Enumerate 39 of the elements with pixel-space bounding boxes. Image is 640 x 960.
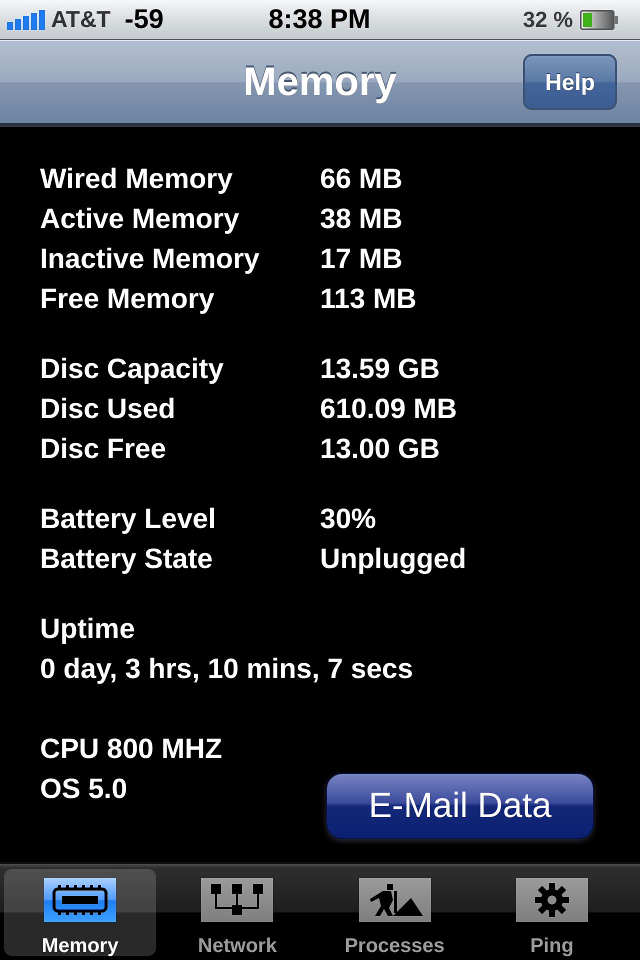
info-line: Uptime bbox=[40, 612, 135, 646]
info-value: 13.00 GB bbox=[320, 432, 441, 466]
tab[interactable]: Processes bbox=[318, 869, 471, 956]
info-value: 38 MB bbox=[320, 202, 404, 236]
info-value: 30% bbox=[320, 502, 378, 536]
status-time: 8:38 PM bbox=[268, 4, 371, 35]
info-label: Battery Level bbox=[40, 502, 217, 536]
info-label: Active Memory bbox=[40, 202, 240, 236]
info-value: 113 MB bbox=[320, 282, 418, 316]
network-diagram-icon bbox=[201, 878, 274, 922]
tab[interactable]: Memory bbox=[4, 869, 156, 956]
info-value: 13.59 GB bbox=[320, 352, 441, 386]
help-button[interactable]: Help bbox=[523, 54, 617, 110]
info-label: Wired Memory bbox=[40, 162, 234, 196]
info-label: Battery State bbox=[40, 542, 214, 576]
nav-title: Memory bbox=[243, 60, 397, 104]
tab[interactable]: Network bbox=[161, 869, 314, 956]
tab[interactable]: Ping bbox=[476, 869, 628, 956]
info-line: CPU 800 MHZ bbox=[40, 732, 222, 766]
info-value: Unplugged bbox=[320, 542, 468, 576]
gear-icon bbox=[516, 878, 588, 922]
info-value: 17 MB bbox=[320, 242, 404, 276]
signal-strength-icon bbox=[7, 10, 45, 30]
info-label: Free Memory bbox=[40, 282, 216, 316]
info-label: Disc Used bbox=[40, 392, 176, 426]
battery-percent: 32 % bbox=[522, 6, 573, 32]
info-line: 0 day, 3 hrs, 10 mins, 7 secs bbox=[40, 652, 414, 686]
battery-icon bbox=[580, 10, 618, 30]
digging-worker-icon bbox=[358, 878, 431, 922]
info-value: 610.09 MB bbox=[320, 392, 458, 426]
info-label: Disc Capacity bbox=[40, 352, 225, 386]
info-value: 66 MB bbox=[320, 162, 404, 196]
memory-chip-icon bbox=[44, 878, 116, 922]
info-label: Disc Free bbox=[40, 432, 168, 466]
carrier-name: AT&T bbox=[51, 6, 111, 33]
info-label: Inactive Memory bbox=[40, 242, 260, 276]
signal-reading: -59 bbox=[124, 4, 164, 35]
email-data-button[interactable]: E-Mail Data bbox=[326, 773, 594, 839]
info-line: OS 5.0 bbox=[40, 772, 128, 806]
